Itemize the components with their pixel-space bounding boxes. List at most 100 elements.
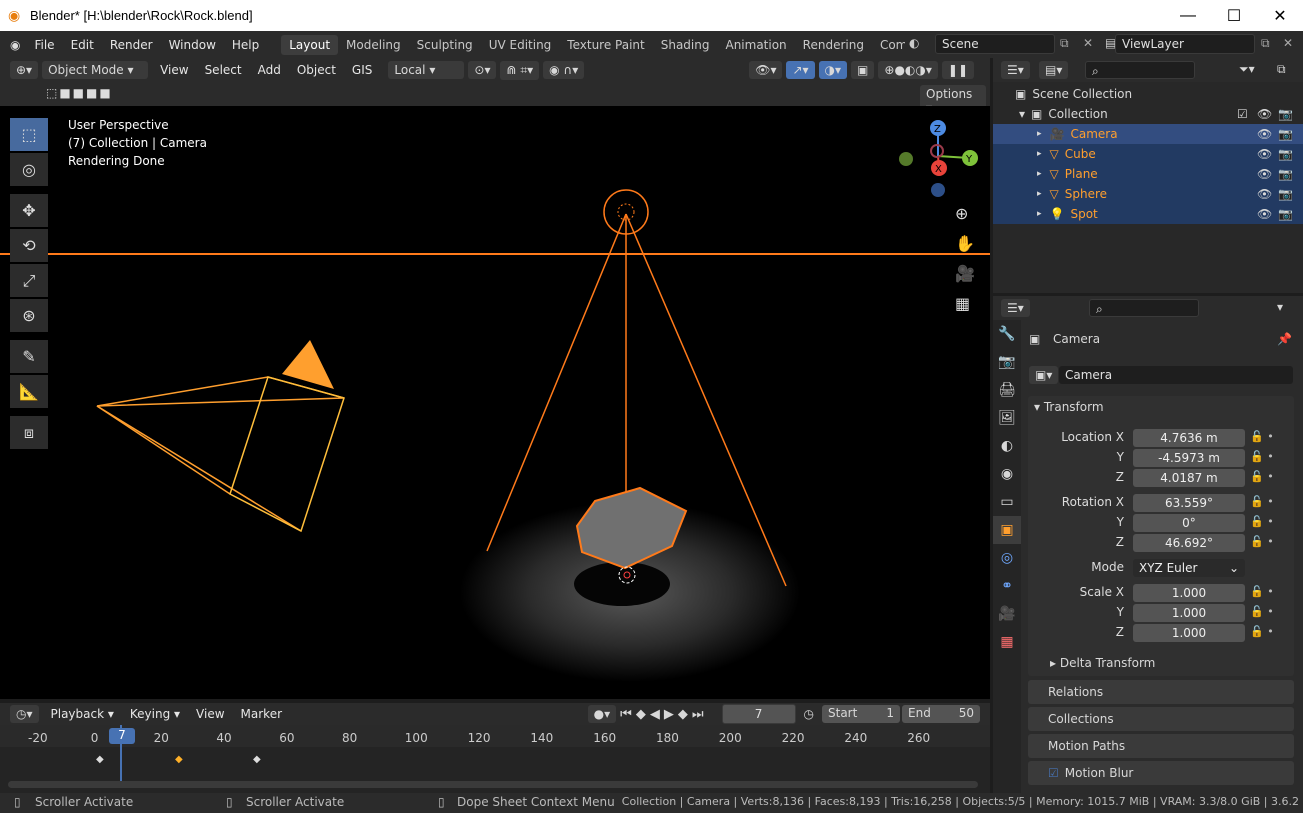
playback-controls[interactable]: ⏮◆◀▶◆⏭ [620,707,707,722]
tab-sculpting[interactable]: Sculpting [409,35,481,55]
camera-data-tab-icon[interactable]: 🎥 [993,600,1021,628]
collection-row[interactable]: ▾ ▣ Collection ☑ 👁 📷 [993,104,1303,124]
tool-tab-icon[interactable]: 🔧 [993,320,1021,348]
minimize-button[interactable]: — [1165,0,1211,31]
eye-icon[interactable]: 👁 [1257,187,1272,201]
camera-view-icon[interactable]: 🎥 [955,264,975,283]
gizmo-toggle-icon[interactable]: ↗▾ [786,61,815,79]
render-camera-icon[interactable]: 📷 [1278,207,1293,221]
zoom-icon[interactable]: ⊕ [955,204,968,223]
world-tab-icon[interactable]: ◉ [993,460,1021,488]
navigation-gizmo[interactable]: Z Y X [895,118,985,203]
lock-icon[interactable]: 🔓 • [1250,625,1274,638]
menu-playback[interactable]: Playback ▾ [43,707,122,721]
timeline-editor-icon[interactable]: ◷▾ [10,705,39,723]
scene-tab-icon[interactable]: ◐ [993,432,1021,460]
keyframe-diamond-selected[interactable]: ◆ [175,754,183,765]
relations-panel[interactable]: Relations [1028,680,1294,704]
tab-animation[interactable]: Animation [717,35,794,55]
eye-icon[interactable]: 👁 [1257,127,1272,141]
new-collection-icon[interactable]: ⧉ [1277,62,1286,77]
keyframe-diamond[interactable]: ◆ [96,754,104,765]
location-z-field[interactable]: 4.0187 m [1133,469,1245,487]
outliner-item-cube[interactable]: ▸ ▽ Cube 👁 📷 [993,144,1303,164]
outliner-item-sphere[interactable]: ▸ ▽ Sphere 👁 📷 [993,184,1303,204]
collection-tab-icon[interactable]: ▭ [993,488,1021,516]
rotation-x-field[interactable]: 63.559° [1133,494,1245,512]
datablock-name-field[interactable]: Camera [1059,366,1293,384]
motion-blur-checkbox[interactable]: ☑ [1048,766,1059,780]
selection-mode-icons[interactable]: ⬚■■■■ [46,86,113,100]
eye-icon[interactable]: 👁 [1257,207,1272,221]
eye-icon[interactable]: 👁 [1257,107,1272,121]
lock-icon[interactable]: 🔓 • [1250,430,1274,443]
properties-search-input[interactable]: ⌕ [1089,299,1199,317]
menu-keying[interactable]: Keying ▾ [122,707,188,721]
keyframe-diamond[interactable]: ◆ [253,754,261,765]
physics-tab-icon[interactable]: ◎ [993,544,1021,572]
add-cube-icon[interactable]: ⧈ [10,416,48,449]
snap-icon[interactable]: ⋒ ⌗▾ [500,60,540,80]
cursor-icon[interactable]: ◎ [10,153,48,186]
menu-gis[interactable]: GIS [344,63,380,77]
lock-icon[interactable]: 🔓 • [1250,515,1274,528]
orientation-dropdown[interactable]: Local ▾ [388,61,465,79]
playhead-frame[interactable]: 7 [109,728,135,744]
annotate-icon[interactable]: ✎ [10,340,48,373]
menu-edit[interactable]: Edit [63,38,102,52]
menu-help[interactable]: Help [224,38,267,52]
pivot-icon[interactable]: ⊙▾ [468,61,497,79]
properties-options-icon[interactable]: ▾ [1277,300,1283,314]
xray-icon[interactable]: ▣ [851,61,875,79]
menu-render[interactable]: Render [102,38,161,52]
lock-icon[interactable]: 🔓 • [1250,495,1274,508]
pan-hand-icon[interactable]: ✋ [955,234,975,253]
menu-view[interactable]: View [152,63,196,77]
texture-tab-icon[interactable]: ▦ [993,628,1021,656]
render-tab-icon[interactable]: 📷 [993,348,1021,376]
render-camera-icon[interactable]: 📷 [1278,107,1293,121]
filter-icon[interactable]: ⏷▾ [1239,62,1255,77]
checkbox-icon[interactable]: ☑ [1237,107,1248,121]
lock-icon[interactable]: 🔓 • [1250,585,1274,598]
end-frame-field[interactable]: End 50 [902,705,980,723]
render-camera-icon[interactable]: 📷 [1278,127,1293,141]
clock-icon[interactable]: ◷ [804,707,814,721]
rotation-mode-dropdown[interactable]: XYZ Euler ⌄ [1133,559,1245,577]
rotate-icon[interactable]: ⟲ [10,229,48,262]
timeline-area[interactable]: 7 ◆ ◆ ◆ [0,725,990,793]
expand-arrow-icon[interactable]: ▸ [1037,189,1042,199]
transform-header[interactable]: ▾ Transform [1034,400,1104,414]
current-frame-field[interactable]: 7 [721,704,796,724]
object-tab-icon[interactable]: ▣ [993,516,1021,544]
timeline-scrollbar[interactable] [8,781,978,788]
outliner-item-camera[interactable]: ▸ 🎥 Camera 👁 📷 [993,124,1303,144]
expand-arrow-icon[interactable]: ▸ [1037,129,1042,139]
outliner-item-spot[interactable]: ▸ 💡 Spot 👁 📷 [993,204,1303,224]
shading-modes-icon[interactable]: ⊕●◐◑▾ [878,61,938,79]
location-y-field[interactable]: -4.5973 m [1133,449,1245,467]
tab-rendering[interactable]: Rendering [795,35,872,55]
display-mode-icon[interactable]: ▤▾ [1039,61,1069,79]
tab-layout[interactable]: Layout [281,34,339,55]
lock-icon[interactable]: 🔓 • [1250,450,1274,463]
expand-arrow-icon[interactable]: ▸ [1037,209,1042,219]
outliner-search-input[interactable]: ⌕ [1085,61,1195,79]
scale-icon[interactable]: ⤢ [10,264,48,297]
move-icon[interactable]: ✥ [10,194,48,227]
blender-menu-icon[interactable]: ◉ [0,38,26,52]
render-camera-icon[interactable]: 📷 [1278,147,1293,161]
new-scene-icon[interactable]: ⧉ [1060,36,1069,51]
menu-window[interactable]: Window [161,38,224,52]
mode-dropdown[interactable]: Object Mode ▾ [42,61,149,79]
motion-paths-panel[interactable]: Motion Paths [1028,734,1294,758]
menu-add[interactable]: Add [250,63,289,77]
menu-timeline-view[interactable]: View [188,707,232,721]
scene-field[interactable]: Scene [935,34,1055,54]
view-layer-field[interactable]: ViewLayer [1115,34,1255,54]
delete-scene-icon[interactable]: ✕ [1083,36,1093,50]
menu-marker[interactable]: Marker [233,707,290,721]
output-tab-icon[interactable]: 🖨 [993,376,1021,404]
menu-file[interactable]: File [26,38,62,52]
render-camera-icon[interactable]: 📷 [1278,167,1293,181]
